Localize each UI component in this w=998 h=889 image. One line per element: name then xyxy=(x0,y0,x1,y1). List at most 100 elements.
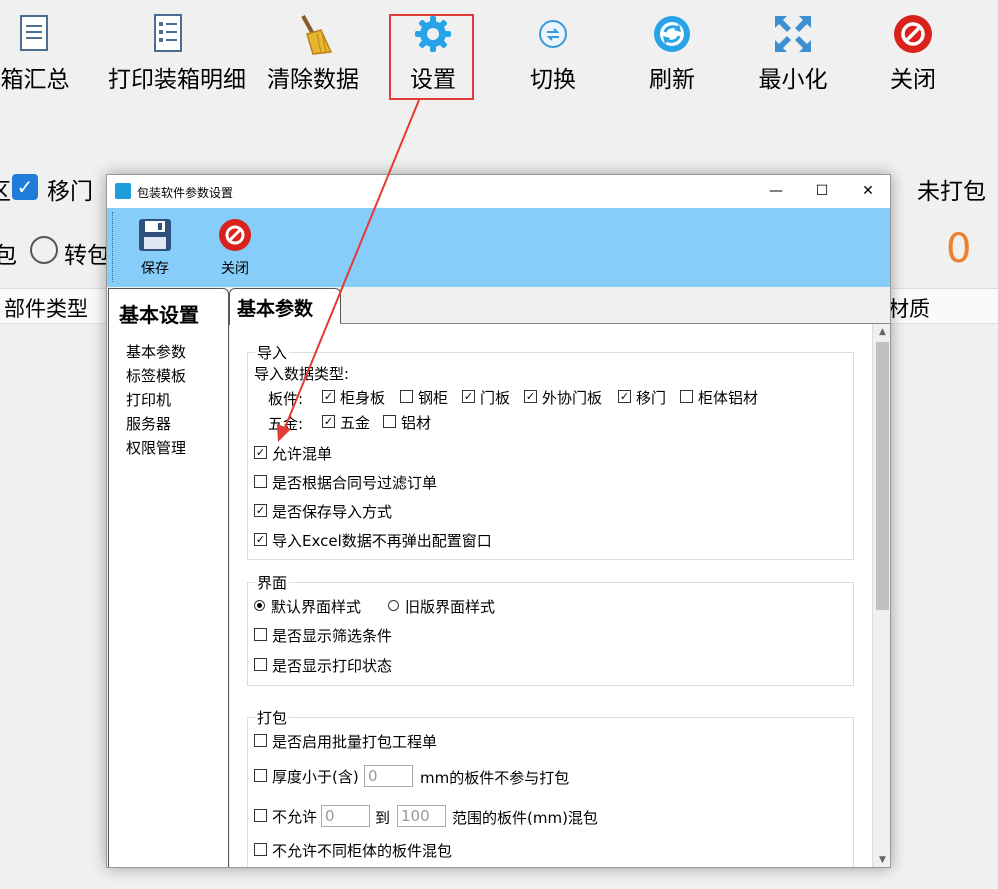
dialog-close-button[interactable]: ✕ xyxy=(845,175,890,208)
checkbox-box xyxy=(254,769,267,782)
clear-data-button[interactable]: 清除数据 xyxy=(253,8,373,98)
bao-label: 包 xyxy=(0,243,17,269)
board-menban-label: 门板 xyxy=(480,389,511,407)
hardware-wujin-checkbox[interactable]: ✓ 五金 xyxy=(322,414,370,432)
radio-dot xyxy=(254,600,265,611)
allow-mixed-orders-checkbox[interactable]: ✓ 允许混单 xyxy=(254,445,332,463)
mengmen-checkbox[interactable]: ✓ xyxy=(12,174,38,200)
batch-pack-label: 是否启用批量打包工程单 xyxy=(272,733,438,751)
board-menban-checkbox[interactable]: ✓ 门板 xyxy=(462,389,510,407)
range-mix-checkbox[interactable]: 不允许 xyxy=(254,808,317,826)
range-from-input[interactable]: 0 xyxy=(321,805,370,827)
minimize-label: 最小化 xyxy=(758,67,828,93)
hardware-lvcai-checkbox[interactable]: 铝材 xyxy=(383,414,431,432)
board-waixie-checkbox[interactable]: ✓ 外协门板 xyxy=(524,389,602,407)
ui-group-title: 界面 xyxy=(255,572,290,593)
checkbox-box xyxy=(254,734,267,747)
nav-item-label-template[interactable]: 标签模板 xyxy=(126,365,186,386)
mengmen-label: 移门 xyxy=(47,179,93,205)
dialog-minimize-button[interactable]: — xyxy=(753,175,799,208)
no-excel-config-popup-checkbox[interactable]: ✓ 导入Excel数据不再弹出配置窗口 xyxy=(254,532,492,550)
checkbox-box xyxy=(254,628,267,641)
board-yimen-label: 移门 xyxy=(636,389,667,407)
range-prefix-label: 不允许 xyxy=(272,808,318,826)
close-icon xyxy=(219,219,251,251)
cut-off-label: 区 xyxy=(0,172,11,206)
pack-group-title: 打包 xyxy=(255,707,290,728)
board-guishen-label: 柜身板 xyxy=(340,389,386,407)
unpacked-count: 0 xyxy=(946,226,972,272)
save-button[interactable]: 保存 xyxy=(125,218,185,280)
scroll-thumb[interactable] xyxy=(876,342,889,610)
board-guishen-checkbox[interactable]: ✓ 柜身板 xyxy=(322,389,385,407)
toolbar-grip[interactable] xyxy=(112,212,115,282)
unpacked-label: 未打包 xyxy=(917,179,986,205)
checkbox-box xyxy=(254,658,267,671)
save-import-mode-label: 是否保存导入方式 xyxy=(272,503,393,521)
scroll-up-icon[interactable]: ▲ xyxy=(873,324,890,341)
dialog-maximize-button[interactable]: ☐ xyxy=(799,175,845,208)
box-summary-label: 箱汇总 xyxy=(0,67,70,93)
batch-pack-checkbox[interactable]: 是否启用批量打包工程单 xyxy=(254,733,437,751)
checkbox-box: ✓ xyxy=(254,504,267,517)
board-lvcai-checkbox[interactable]: 柜体铝材 xyxy=(680,389,758,407)
board-ganggui-label: 钢柜 xyxy=(418,389,449,407)
settings-dialog: 包装软件参数设置 — ☐ ✕ 保存 关闭 基本设置 基本参数 标签模板 打印机 … xyxy=(106,174,891,868)
filter-by-contract-checkbox[interactable]: 是否根据合同号过滤订单 xyxy=(254,474,437,492)
refresh-button[interactable]: 刷新 xyxy=(612,8,732,98)
close-app-label: 关闭 xyxy=(890,67,936,93)
checkbox-box: ✓ xyxy=(524,390,537,403)
minimize-button[interactable]: 最小化 xyxy=(733,8,853,98)
checkbox-box xyxy=(254,809,267,822)
thickness-input[interactable]: 0 xyxy=(364,765,413,787)
print-packing-detail-button[interactable]: 打印装箱明细 xyxy=(108,8,246,98)
refresh-icon xyxy=(654,16,690,52)
default-ui-radio[interactable]: 默认界面样式 xyxy=(254,598,361,616)
legacy-ui-radio[interactable]: 旧版界面样式 xyxy=(388,598,495,616)
checkbox-box xyxy=(254,475,267,488)
checkbox-box xyxy=(254,843,267,856)
range-to-input[interactable]: 100 xyxy=(397,805,446,827)
dialog-toolbar: 保存 关闭 xyxy=(107,208,890,287)
legacy-ui-label: 旧版界面样式 xyxy=(405,598,496,616)
board-label: 板件: xyxy=(268,390,304,408)
col-part-type[interactable]: 部件类型 xyxy=(4,293,88,323)
board-yimen-checkbox[interactable]: ✓ 移门 xyxy=(618,389,666,407)
broom-icon xyxy=(301,15,333,55)
no-cross-cabinet-checkbox[interactable]: 不允许不同柜体的板件混包 xyxy=(254,842,452,860)
app-icon xyxy=(115,183,131,199)
checkbox-box: ✓ xyxy=(462,390,475,403)
document-icon xyxy=(20,15,48,51)
hardware-lvcai-label: 铝材 xyxy=(401,414,432,432)
board-ganggui-checkbox[interactable]: 钢柜 xyxy=(400,389,448,407)
zhuanbao-label: 转包 xyxy=(64,243,110,269)
close-app-button[interactable]: 关闭 xyxy=(853,8,973,98)
nav-item-permissions[interactable]: 权限管理 xyxy=(126,437,186,458)
nav-item-server[interactable]: 服务器 xyxy=(126,413,171,434)
hardware-wujin-label: 五金 xyxy=(340,414,371,432)
ui-group: 界面 默认界面样式 旧版界面样式 是否显示筛选条件 是否显示打印状态 xyxy=(247,572,854,686)
thickness-checkbox[interactable]: 厚度小于(含) xyxy=(254,768,359,786)
box-summary-button[interactable]: 箱汇总 xyxy=(0,8,95,98)
clear-data-label: 清除数据 xyxy=(267,67,359,93)
switch-button[interactable]: 切换 xyxy=(493,8,613,98)
col-material[interactable]: 材质 xyxy=(888,293,930,323)
save-import-mode-checkbox[interactable]: ✓ 是否保存导入方式 xyxy=(254,503,392,521)
zhuanbao-radio[interactable] xyxy=(30,236,58,264)
allow-mixed-orders-label: 允许混单 xyxy=(272,445,333,463)
checkbox-box: ✓ xyxy=(618,390,631,403)
radio-dot xyxy=(388,600,399,611)
tab-basic-params[interactable]: 基本参数 xyxy=(229,288,341,325)
show-filter-checkbox[interactable]: 是否显示筛选条件 xyxy=(254,627,392,645)
nav-item-basic-params[interactable]: 基本参数 xyxy=(126,341,186,362)
thickness-prefix-label: 厚度小于(含) xyxy=(272,768,359,786)
default-ui-label: 默认界面样式 xyxy=(271,598,362,616)
dialog-close-tool-button[interactable]: 关闭 xyxy=(205,218,265,280)
range-suffix-label: 范围的板件(mm)混包 xyxy=(452,809,598,827)
nav-heading: 基本设置 xyxy=(119,303,199,327)
switch-icon xyxy=(539,20,567,48)
show-print-status-checkbox[interactable]: 是否显示打印状态 xyxy=(254,657,392,675)
content-scrollbar[interactable]: ▲ ▼ xyxy=(872,324,890,867)
nav-item-printer[interactable]: 打印机 xyxy=(126,389,171,410)
scroll-down-icon[interactable]: ▼ xyxy=(873,852,890,867)
